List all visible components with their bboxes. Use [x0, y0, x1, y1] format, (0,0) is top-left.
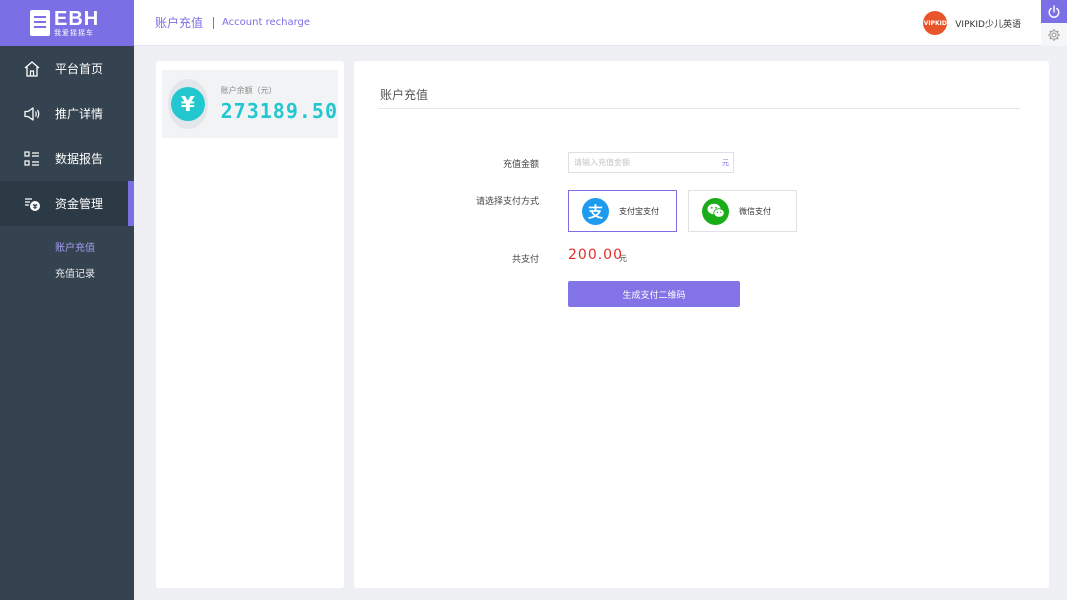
- recharge-panel: 账户充值 充值金额 元 请选择支付方式 支 支付宝支付 微信支付 共支付 200…: [354, 61, 1049, 588]
- top-header: 账户充值 Account recharge VIPKID VIPKID少儿英语: [134, 0, 1041, 46]
- title-divider: [378, 108, 1020, 109]
- sidebar: EBH 我爱摇摇车 平台首页 推广详情 数据报告 ¥ 资金管理 账户充值 充值记…: [0, 0, 134, 600]
- sidebar-item-label: 平台首页: [55, 62, 104, 76]
- power-icon: [1048, 4, 1060, 18]
- fund-icon: ¥: [22, 194, 42, 214]
- avatar: VIPKID: [923, 11, 948, 35]
- sidebar-item-label: 数据报告: [55, 152, 104, 166]
- logo[interactable]: EBH 我爱摇摇车: [0, 0, 134, 46]
- sidebar-item-reports[interactable]: 数据报告: [0, 136, 134, 181]
- sidebar-item-label: 推广详情: [55, 107, 104, 121]
- balance-icon-ring: ¥: [168, 79, 208, 129]
- speaker-icon: [22, 104, 42, 124]
- user-name: VIPKID少儿英语: [955, 19, 1021, 30]
- amount-label: 充值金额: [502, 160, 539, 170]
- alipay-label: 支付宝支付: [619, 206, 659, 216]
- breadcrumb-title: 账户充值: [155, 16, 204, 30]
- alipay-icon: 支: [582, 197, 609, 225]
- logo-subtitle: 我爱摇摇车: [54, 28, 94, 37]
- svg-text:¥: ¥: [33, 203, 38, 211]
- wechat-pay-option[interactable]: 微信支付: [688, 190, 797, 232]
- total-amount: 200.00: [568, 247, 623, 263]
- wechat-pay-label: 微信支付: [739, 206, 771, 216]
- sidebar-subitem-recharge[interactable]: 账户充值: [0, 236, 134, 262]
- settings-button[interactable]: [1041, 23, 1067, 46]
- page-title: 账户充值: [380, 88, 429, 102]
- balance-value: 273189.50: [220, 99, 338, 123]
- home-icon: [22, 59, 42, 79]
- amount-input[interactable]: [568, 152, 734, 173]
- total-label: 共支付: [511, 255, 539, 265]
- generate-qr-button[interactable]: 生成支付二维码: [568, 281, 740, 307]
- yen-icon: ¥: [170, 87, 205, 121]
- balance-card: ¥ 账户余额（元） 273189.50: [162, 70, 338, 138]
- report-list-icon: [22, 149, 42, 169]
- wechat-icon: [702, 197, 729, 225]
- gear-icon: [1048, 28, 1060, 41]
- sidebar-item-home[interactable]: 平台首页: [0, 46, 134, 91]
- sidebar-item-label: 资金管理: [55, 197, 104, 211]
- sidebar-subitem-recharge-history[interactable]: 充值记录: [0, 262, 134, 288]
- payment-method-label: 请选择支付方式: [475, 197, 539, 207]
- logo-text: EBH: [54, 7, 100, 30]
- logout-button[interactable]: [1041, 0, 1067, 23]
- alipay-option[interactable]: 支 支付宝支付: [568, 190, 677, 232]
- user-info[interactable]: VIPKID VIPKID少儿英语: [923, 11, 1021, 35]
- balance-panel: ¥ 账户余额（元） 273189.50: [156, 61, 344, 588]
- sidebar-item-funds[interactable]: ¥ 资金管理: [0, 181, 134, 226]
- sidebar-submenu: 账户充值 充值记录: [0, 226, 134, 288]
- amount-unit: 元: [722, 159, 729, 167]
- balance-label: 账户余额（元）: [220, 86, 277, 95]
- sidebar-item-promotion[interactable]: 推广详情: [0, 91, 134, 136]
- total-unit: 元: [619, 254, 627, 263]
- breadcrumb-divider: [213, 16, 215, 29]
- logo-icon: [30, 10, 50, 36]
- header-actions: [1041, 0, 1067, 46]
- breadcrumb-subtitle: Account recharge: [222, 17, 311, 28]
